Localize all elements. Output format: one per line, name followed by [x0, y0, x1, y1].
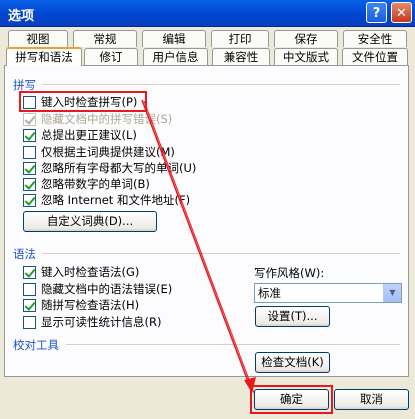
tab-spelling-grammar[interactable]: 拼写和语法	[6, 47, 82, 66]
